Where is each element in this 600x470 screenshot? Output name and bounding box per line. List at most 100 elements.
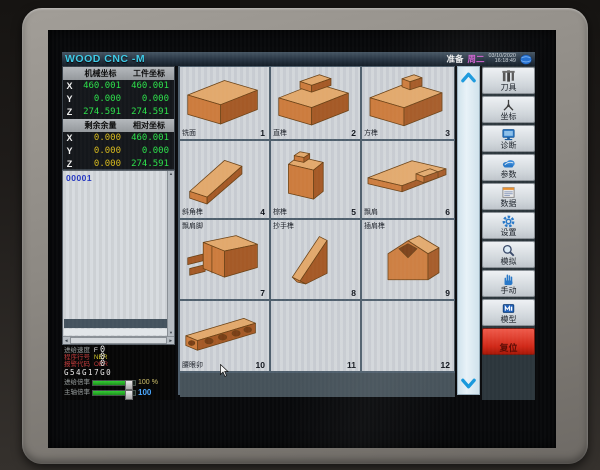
horizontal-scrollbar[interactable]: ◄ ► — [63, 336, 174, 344]
sidebar-item-diagnose[interactable]: 诊断 — [482, 125, 535, 152]
work-coords-header: 工件坐标 — [125, 68, 173, 79]
feed-override-unit: % — [152, 379, 158, 386]
page-down-icon[interactable] — [459, 377, 478, 390]
joint-number: 8 — [351, 288, 356, 298]
grid-cell-11[interactable]: 11 — [271, 301, 362, 371]
joint-illustration — [180, 305, 269, 365]
sidebar-item-settings[interactable]: 设置 — [482, 212, 535, 239]
scrollbar-thumb[interactable] — [70, 337, 166, 344]
grid-cell-3[interactable]: 方榫 3 — [362, 67, 454, 139]
sidebar-item-label: 参数 — [501, 170, 517, 179]
program-number: 00001 — [66, 173, 92, 183]
sidebar-item-reset[interactable]: 复位 — [482, 328, 535, 355]
relative-coords-header: 相对坐标 — [125, 120, 173, 131]
joint-illustration — [180, 228, 269, 288]
magnifier-icon — [501, 243, 516, 257]
scroll-left-icon[interactable]: ◄ — [64, 338, 68, 343]
sidebar-item-label: 模拟 — [501, 257, 517, 266]
joint-number: 11 — [347, 360, 356, 370]
grid-cell-4[interactable]: 斜角榫 4 — [180, 141, 271, 218]
coordinate-row: Y 0.000 0.000 — [63, 145, 174, 158]
sidebar-item-tools[interactable]: 刀具 — [482, 67, 535, 94]
joint-illustration — [271, 148, 360, 208]
spindle-override-value: 100 — [138, 389, 151, 396]
grid-cell-7[interactable]: 飘肩脚 7 — [180, 220, 271, 299]
joint-illustration — [271, 72, 360, 132]
scroll-up-icon[interactable]: ▲ — [169, 171, 173, 177]
gear-icon — [501, 214, 516, 228]
alarm-code-label: 报警代码 — [64, 361, 90, 368]
globe-icon — [520, 54, 532, 65]
page-up-icon[interactable] — [459, 71, 478, 84]
sidebar-item-label: 设置 — [501, 228, 517, 237]
coordinate-row: X 0.000 460.001 — [63, 132, 174, 145]
joint-number: 1 — [260, 128, 265, 138]
grid-cell-8[interactable]: 抄手榫 8 — [271, 220, 362, 299]
sidebar-item-simulate[interactable]: 模拟 — [482, 241, 535, 268]
joint-label: 斜角榫 — [182, 207, 203, 217]
joint-illustration — [362, 147, 454, 209]
joint-number: 9 — [445, 288, 450, 298]
grid-cell-2[interactable]: 直榫 2 — [271, 67, 362, 139]
joint-number: 6 — [445, 207, 450, 217]
coordinate-row: Z 274.591 274.591 — [63, 106, 174, 119]
model-icon — [501, 301, 516, 315]
window-icon — [501, 185, 516, 199]
tools-icon — [501, 69, 516, 83]
joint-number: 2 — [351, 128, 356, 138]
joint-label: 铣面 — [182, 128, 196, 138]
grid-cell-5[interactable]: 棕榫 5 — [271, 141, 362, 218]
feed-override-label: 进给倍率 — [64, 379, 90, 386]
time: 16:18:49 — [488, 59, 516, 65]
feed-rate-label: 进给速度 — [64, 347, 90, 354]
grid-cell-9[interactable]: 插肩榫 9 — [362, 220, 454, 299]
joint-label: 直榫 — [273, 128, 287, 138]
scroll-right-icon[interactable]: ► — [169, 338, 173, 343]
sidebar-item-model[interactable]: 模型 — [482, 299, 535, 326]
joint-number: 5 — [351, 207, 356, 217]
app-title: WOOD CNC -M — [65, 53, 145, 65]
grid-cell-1[interactable]: 铣面 1 — [180, 67, 271, 139]
selected-row[interactable] — [64, 319, 168, 328]
function-sidebar: 刀具 坐标 诊断 参数 数据 设置 模拟 手动 模型 复位 — [482, 66, 535, 400]
joint-label: 腰眼卯 — [182, 360, 203, 370]
sidebar-item-data[interactable]: 数据 — [482, 183, 535, 210]
machine-status: 准备 — [446, 53, 463, 65]
feed-rate-code: F — [94, 347, 98, 354]
joint-number: 12 — [441, 360, 450, 370]
joint-illustration — [362, 71, 454, 133]
weekday: 周二 — [467, 53, 484, 65]
cloud-icon — [501, 156, 516, 170]
sidebar-item-coords[interactable]: 坐标 — [482, 96, 535, 123]
joint-illustration — [180, 72, 269, 132]
modal-gcodes: G54G17G0 — [64, 369, 173, 378]
spindle-override-slider[interactable] — [92, 390, 136, 396]
joint-number: 3 — [445, 128, 450, 138]
sidebar-item-label: 模型 — [501, 315, 517, 324]
grid-cell-6[interactable]: 飘肩 6 — [362, 141, 454, 218]
joint-label: 抄手榫 — [273, 221, 294, 231]
vertical-scrollbar[interactable]: ▲ ▼ — [167, 171, 174, 336]
joint-number: 7 — [260, 288, 265, 298]
coordinate-row: X 460.001 460.001 — [63, 80, 174, 93]
grid-scroll-strip[interactable] — [457, 66, 480, 395]
feed-override-slider[interactable] — [92, 380, 136, 386]
sidebar-item-params[interactable]: 参数 — [482, 154, 535, 181]
program-list[interactable]: 00001 ▲ ▼ ◄ ► — [62, 170, 175, 345]
sidebar-item-label: 诊断 — [501, 141, 517, 150]
monitor-screen: WOOD CNC -M 准备 周二 03/10/2020 16:18:49 — [48, 30, 556, 448]
joint-label: 方榫 — [364, 128, 378, 138]
spindle-override-label: 主轴倍率 — [64, 389, 90, 396]
grid-cell-10[interactable]: 腰眼卯 10 — [180, 301, 271, 371]
joint-number: 10 — [256, 360, 265, 370]
coordinate-row: Y 0.000 0.000 — [63, 93, 174, 106]
sidebar-item-label: 坐标 — [501, 112, 517, 121]
grid-cell-12[interactable]: 12 — [362, 301, 454, 371]
sidebar-item-manual[interactable]: 手动 — [482, 270, 535, 297]
alarm-value: 0 — [100, 361, 105, 368]
feed-override-value: 100 — [138, 379, 150, 386]
coordinates-panel: 机械坐标 工件坐标 X 460.001 460.001 Y 0.000 0.00… — [62, 66, 175, 170]
joint-illustration — [362, 304, 454, 366]
hand-icon — [501, 272, 516, 286]
joint-template-grid: 铣面 1 直榫 2 方榫 3 斜角榫 4 棕榫 5 飘肩 6 飘肩脚 7 抄手榫 — [178, 66, 455, 395]
